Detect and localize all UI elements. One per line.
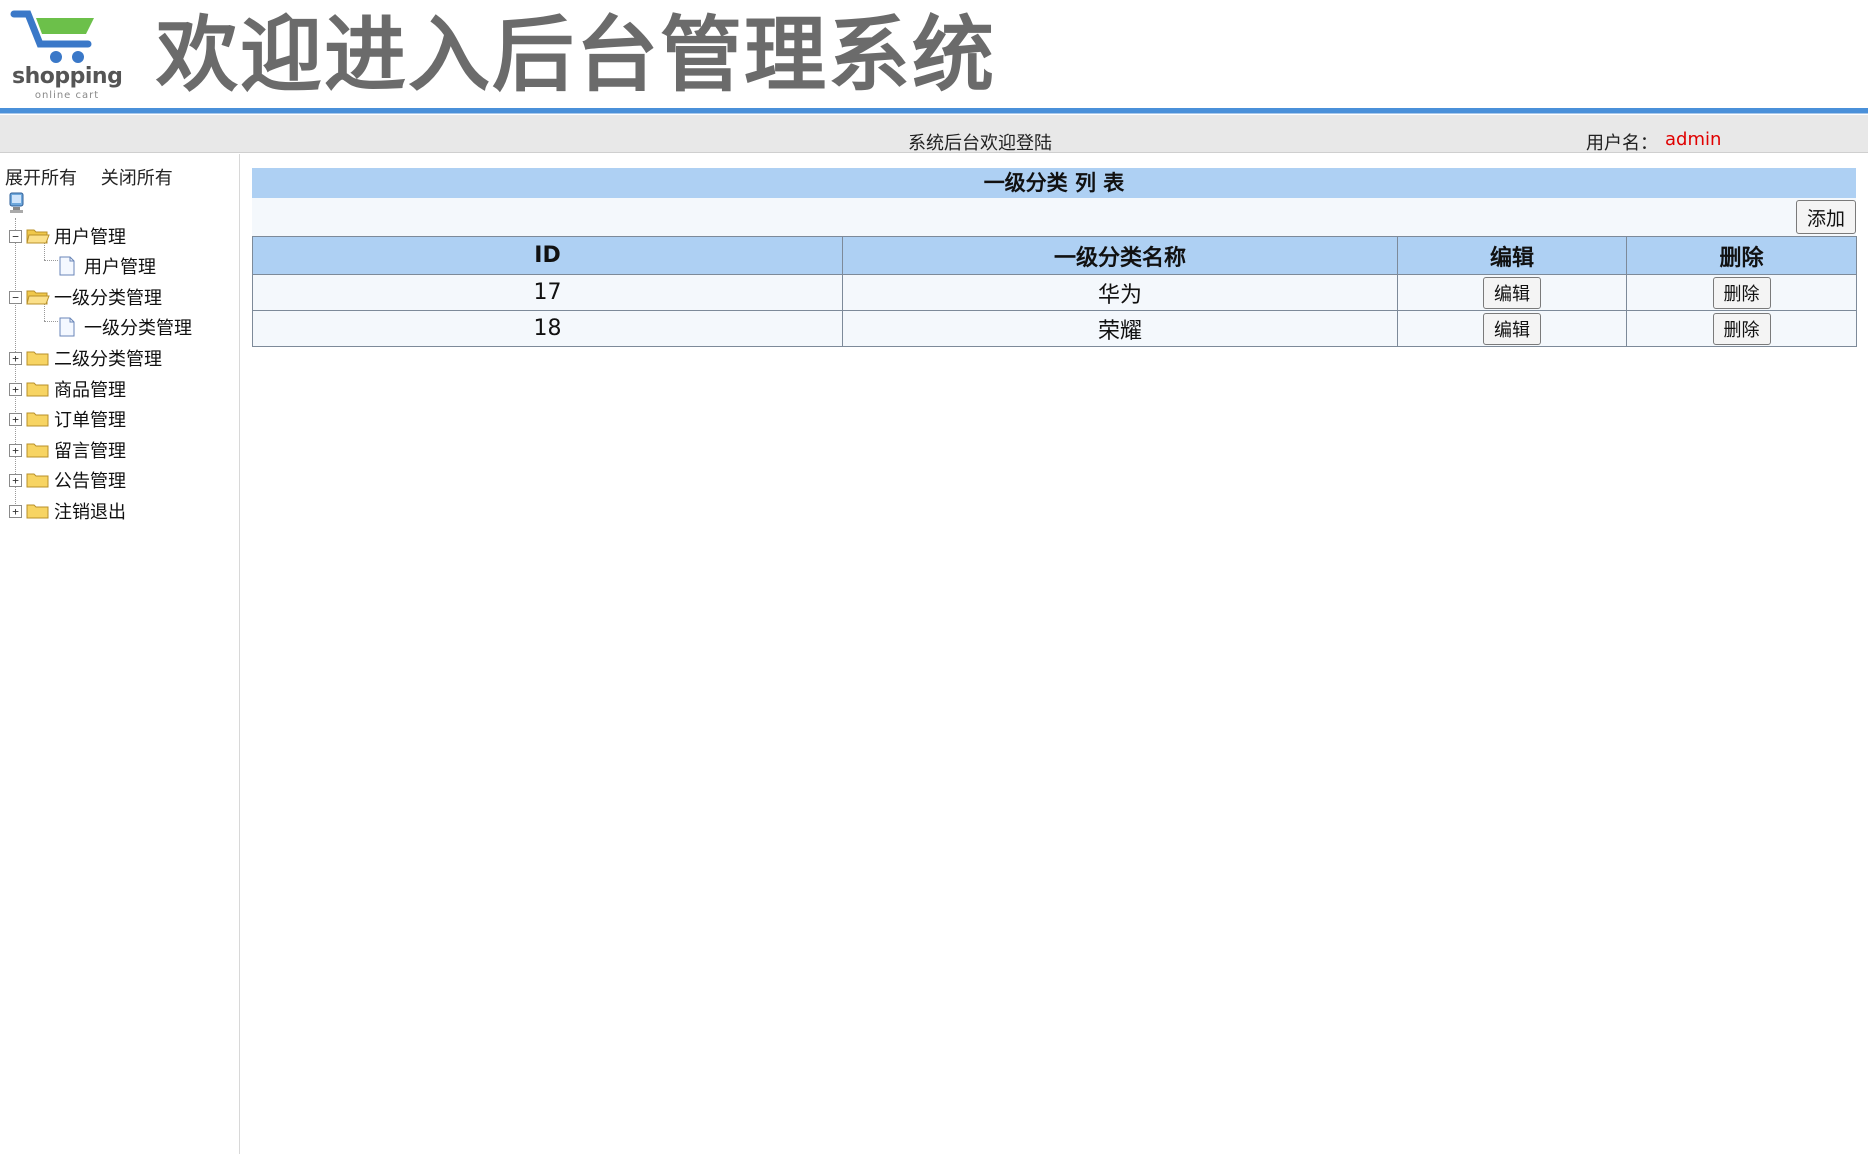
open-folder-icon	[26, 290, 50, 305]
sidebar-actions: 展开所有 关闭所有	[5, 164, 191, 190]
cell-id: 18	[252, 310, 843, 347]
folder-icon	[26, 443, 49, 458]
tree-item-label: 订单管理	[54, 410, 126, 431]
tree-leaf-user-management[interactable]: 用户管理	[58, 253, 156, 279]
cell-name: 华为	[842, 274, 1398, 311]
page-icon	[59, 317, 75, 337]
expand-toggle-icon[interactable]: +	[9, 351, 22, 365]
header-divider	[0, 108, 1868, 114]
cell-edit: 编辑	[1397, 310, 1627, 347]
sidebar: 展开所有 关闭所有 − 用户管理 用户管理 − 一级分类管理 一级分类管理 + …	[0, 154, 240, 1154]
tree-item-notice-management[interactable]: + 公告管理	[9, 467, 126, 493]
shopping-cart-icon	[10, 10, 94, 63]
tree-item-order-management[interactable]: + 订单管理	[9, 406, 126, 432]
tree-leaf-label: 用户管理	[84, 257, 156, 278]
table-toolbar: 添加	[252, 198, 1856, 236]
logo-subtext: online cart	[34, 90, 100, 101]
tree-item-label: 商品管理	[54, 380, 126, 401]
tree-item-category-1-management[interactable]: − 一级分类管理	[9, 284, 162, 310]
tree-item-product-management[interactable]: + 商品管理	[9, 376, 126, 402]
column-header-name: 一级分类名称	[842, 236, 1398, 275]
username-value: admin	[1665, 129, 1722, 150]
table-row: 18 荣耀 编辑 删除	[252, 310, 1857, 347]
tree-item-label: 注销退出	[54, 502, 126, 523]
tree-item-message-management[interactable]: + 留言管理	[9, 437, 126, 463]
folder-icon	[26, 504, 49, 519]
tree-leaf-category-1-management[interactable]: 一级分类管理	[58, 314, 192, 340]
expand-toggle-icon[interactable]: +	[9, 504, 22, 518]
expand-toggle-icon[interactable]: +	[9, 412, 22, 426]
edit-button[interactable]: 编辑	[1483, 276, 1541, 309]
column-header-delete: 删除	[1626, 236, 1857, 275]
collapse-all-link[interactable]: 关闭所有	[101, 168, 173, 189]
header: shopping online cart 欢迎进入后台管理系统	[0, 0, 1868, 110]
table-title: 一级分类 列 表	[252, 168, 1856, 198]
logo-text: shopping	[12, 64, 123, 89]
cell-edit: 编辑	[1397, 274, 1627, 311]
tree-item-label: 公告管理	[54, 471, 126, 492]
computer-icon	[9, 192, 24, 213]
tree-leaf-label: 一级分类管理	[84, 318, 192, 339]
open-folder-icon	[26, 229, 50, 244]
collapse-toggle-icon[interactable]: −	[9, 290, 22, 304]
add-button[interactable]: 添加	[1795, 200, 1856, 234]
tree-item-label: 用户管理	[54, 227, 126, 248]
column-header-id: ID	[252, 236, 843, 275]
cell-delete: 删除	[1626, 310, 1857, 347]
folder-icon	[26, 351, 49, 366]
tree-item-label: 留言管理	[54, 441, 126, 462]
page-title: 欢迎进入后台管理系统	[156, 8, 997, 103]
folder-icon	[26, 382, 49, 397]
collapse-toggle-icon[interactable]: −	[9, 229, 22, 243]
cell-delete: 删除	[1626, 274, 1857, 311]
table-header-row: ID 一级分类名称 编辑 删除	[252, 236, 1857, 275]
expand-all-link[interactable]: 展开所有	[5, 168, 77, 189]
cell-name: 荣耀	[842, 310, 1398, 347]
tree-item-category-2-management[interactable]: + 二级分类管理	[9, 345, 162, 371]
expand-toggle-icon[interactable]: +	[9, 473, 22, 487]
folder-icon	[26, 473, 49, 488]
page-icon	[59, 256, 75, 276]
tree-connector	[44, 260, 58, 261]
tree-item-label: 一级分类管理	[54, 288, 162, 309]
shopping-logo: shopping online cart	[10, 4, 123, 101]
tree-connector	[44, 321, 58, 322]
status-bar: 系统后台欢迎登陆 用户名： admin	[0, 115, 1868, 154]
delete-button[interactable]: 删除	[1712, 276, 1771, 309]
category-table: ID 一级分类名称 编辑 删除 17 华为 编辑 删除 18 荣耀 编辑 删除	[252, 236, 1857, 347]
column-header-edit: 编辑	[1397, 236, 1627, 275]
username-label: 用户名：	[1586, 133, 1658, 154]
table-row: 17 华为 编辑 删除	[252, 274, 1857, 311]
main-content: 一级分类 列 表 添加 ID 一级分类名称 编辑 删除 17 华为 编辑 删除 …	[252, 168, 1857, 347]
folder-icon	[26, 412, 49, 427]
edit-button[interactable]: 编辑	[1483, 312, 1541, 345]
delete-button[interactable]: 删除	[1712, 312, 1771, 345]
cell-id: 17	[252, 274, 843, 311]
tree-item-label: 二级分类管理	[54, 349, 162, 370]
tree-item-logout[interactable]: + 注销退出	[9, 498, 126, 524]
welcome-text: 系统后台欢迎登陆	[908, 133, 1052, 154]
expand-toggle-icon[interactable]: +	[9, 443, 22, 457]
expand-toggle-icon[interactable]: +	[9, 382, 22, 396]
tree-item-user-management[interactable]: − 用户管理	[9, 223, 126, 249]
